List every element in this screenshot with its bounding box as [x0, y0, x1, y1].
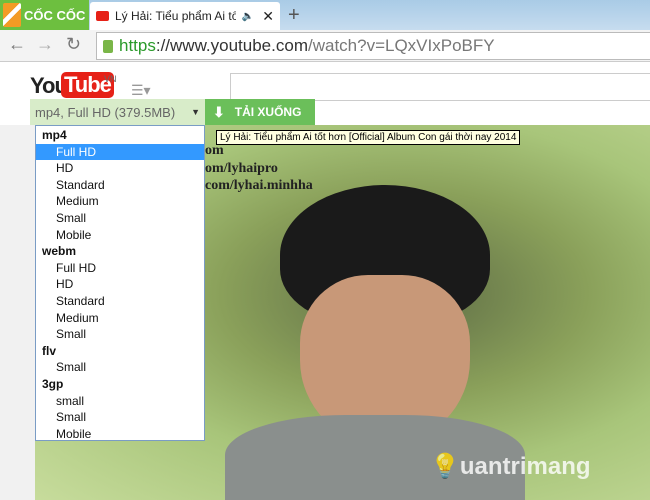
- format-dropdown[interactable]: mp4 Full HD HD Standard Medium Small Mobile web…: [35, 125, 205, 441]
- watermark: 💡uantrimang: [430, 452, 591, 481]
- format-select[interactable]: mp4, Full HD (379.5MB) ▼: [30, 99, 205, 125]
- tab-active[interactable]: Lý Hải: Tiểu phẩm Ai tốt hơn [Official] …: [90, 2, 280, 30]
- address-bar[interactable]: https://www.youtube.com/watch?v=LQxVIxPo…: [96, 32, 650, 60]
- url-path: /watch?v=LQxVIxPoBFY: [307, 36, 495, 55]
- format-option[interactable]: Small: [36, 359, 204, 376]
- speaker-icon[interactable]: 🔈: [242, 11, 254, 22]
- lock-icon: [103, 39, 113, 53]
- format-option[interactable]: HD: [36, 160, 204, 177]
- format-option[interactable]: small: [36, 393, 204, 410]
- group-header: 3gp: [42, 376, 64, 391]
- new-tab-button[interactable]: +: [288, 4, 300, 27]
- forward-icon[interactable]: →: [36, 34, 54, 55]
- format-option[interactable]: Medium: [36, 310, 204, 327]
- nav-bar: ← → ↻ https://www.youtube.com/watch?v=LQ…: [0, 30, 650, 62]
- download-label: TẢI XUỐNG: [234, 105, 302, 119]
- back-icon[interactable]: ←: [8, 34, 26, 55]
- overlay-text: com/lyhai.minhha: [205, 178, 313, 193]
- format-option[interactable]: Mobile: [36, 426, 204, 443]
- tab-bar: CỐC CỐC Lý Hải: Tiểu phẩm Ai tốt hơn [Of…: [0, 0, 650, 30]
- group-header: webm: [42, 244, 77, 259]
- coccoc-leaf-icon: [3, 3, 21, 27]
- close-tab-icon[interactable]: ✕: [262, 8, 274, 25]
- region-label: VN: [104, 74, 117, 84]
- guide-menu-icon[interactable]: ☰▾: [131, 82, 151, 99]
- format-selected: mp4, Full HD (379.5MB): [35, 104, 176, 120]
- search-input[interactable]: [230, 73, 650, 101]
- youtube-favicon-icon: [96, 11, 109, 21]
- format-option[interactable]: Full HD: [36, 143, 204, 161]
- chevron-down-icon: ▼: [191, 107, 200, 117]
- tab-title: Lý Hải: Tiểu phẩm Ai tốt hơn [Official] …: [115, 9, 236, 23]
- format-option[interactable]: Small: [36, 326, 204, 343]
- url-scheme: https: [119, 36, 156, 55]
- download-icon: ⬇: [213, 103, 225, 120]
- download-button[interactable]: ⬇ TẢI XUỐNG: [205, 99, 315, 125]
- format-option[interactable]: Full HD: [36, 260, 204, 277]
- format-option[interactable]: Small: [36, 210, 204, 227]
- bulb-icon: 💡: [430, 453, 460, 480]
- format-option[interactable]: Medium: [36, 193, 204, 210]
- overlay-text: om: [205, 143, 224, 158]
- group-header: flv: [42, 343, 57, 358]
- group-header: mp4: [42, 128, 67, 142]
- overlay-text: om/lyhaipro: [205, 161, 278, 176]
- format-option[interactable]: Small: [36, 409, 204, 426]
- format-option[interactable]: Standard: [36, 293, 204, 310]
- format-option[interactable]: Mobile: [36, 227, 204, 244]
- brand-text: CỐC CỐC: [24, 7, 86, 23]
- format-option[interactable]: Standard: [36, 177, 204, 194]
- watermark-text: uantrimang: [459, 453, 591, 480]
- left-gutter: [0, 125, 35, 500]
- coccoc-logo[interactable]: CỐC CỐC: [0, 0, 89, 30]
- reload-icon[interactable]: ↻: [66, 34, 81, 55]
- url-host: ://www.youtube.com: [155, 36, 308, 55]
- format-option[interactable]: HD: [36, 276, 204, 293]
- tooltip: Lý Hải: Tiểu phẩm Ai tốt hơn [Official] …: [216, 130, 521, 145]
